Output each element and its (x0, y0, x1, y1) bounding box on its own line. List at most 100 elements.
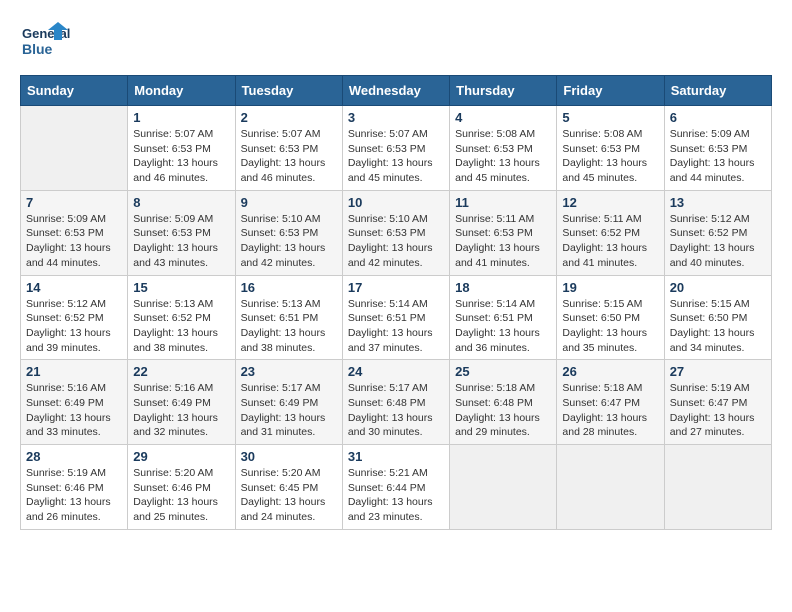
day-info: Sunrise: 5:12 AM Sunset: 6:52 PM Dayligh… (26, 297, 122, 356)
day-info: Sunrise: 5:18 AM Sunset: 6:48 PM Dayligh… (455, 381, 551, 440)
weekday-header-friday: Friday (557, 76, 664, 106)
day-number: 19 (562, 280, 658, 295)
day-number: 18 (455, 280, 551, 295)
day-info: Sunrise: 5:09 AM Sunset: 6:53 PM Dayligh… (133, 212, 229, 271)
day-number: 15 (133, 280, 229, 295)
calendar-cell: 20Sunrise: 5:15 AM Sunset: 6:50 PM Dayli… (664, 275, 771, 360)
calendar-header: SundayMondayTuesdayWednesdayThursdayFrid… (21, 76, 772, 106)
calendar-cell (664, 445, 771, 530)
calendar-cell: 27 Sunrise: 5:19 AM Sunset: 6:47 PM Dayli… (664, 360, 771, 445)
calendar-cell: 26 Sunrise: 5:18 AM Sunset: 6:47 PM Dayli… (557, 360, 664, 445)
day-info: Sunrise: 5:07 AM Sunset: 6:53 PM Dayligh… (241, 127, 337, 186)
calendar-cell: 31 Sunrise: 5:21 AM Sunset: 6:44 PM Dayli… (342, 445, 449, 530)
weekday-header-wednesday: Wednesday (342, 76, 449, 106)
day-number: 5 (562, 110, 658, 125)
day-info: Sunrise: 5:13 AM Sunset: 6:51 PM Dayligh… (241, 297, 337, 356)
day-number: 12 (562, 195, 658, 210)
calendar-cell (450, 445, 557, 530)
calendar-cell: 18 Sunrise: 5:14 AM Sunset: 6:51 PM Dayli… (450, 275, 557, 360)
calendar-cell: 19 Sunrise: 5:15 AM Sunset: 6:50 PM Dayli… (557, 275, 664, 360)
page-header: General Blue (20, 20, 772, 65)
day-info: Sunrise: 5:20 AM Sunset: 6:46 PM Dayligh… (133, 466, 229, 525)
day-info: Sunrise: 5:17 AM Sunset: 6:49 PM Dayligh… (241, 381, 337, 440)
logo: General Blue (20, 20, 70, 65)
day-info: Sunrise: 5:07 AM Sunset: 6:53 PM Dayligh… (133, 127, 229, 186)
week-row-1: 1 Sunrise: 5:07 AM Sunset: 6:53 PM Daylig… (21, 106, 772, 191)
calendar-cell (557, 445, 664, 530)
day-info: Sunrise: 5:13 AM Sunset: 6:52 PM Dayligh… (133, 297, 229, 356)
day-info: Sunrise: 5:11 AM Sunset: 6:52 PM Dayligh… (562, 212, 658, 271)
day-number: 16 (241, 280, 337, 295)
calendar-cell: 15 Sunrise: 5:13 AM Sunset: 6:52 PM Dayli… (128, 275, 235, 360)
weekday-header-monday: Monday (128, 76, 235, 106)
calendar-cell (21, 106, 128, 191)
day-number: 3 (348, 110, 444, 125)
calendar-cell: 17 Sunrise: 5:14 AM Sunset: 6:51 PM Dayli… (342, 275, 449, 360)
calendar-cell: 8 Sunrise: 5:09 AM Sunset: 6:53 PM Daylig… (128, 190, 235, 275)
week-row-3: 14 Sunrise: 5:12 AM Sunset: 6:52 PM Dayli… (21, 275, 772, 360)
calendar-cell: 24Sunrise: 5:17 AM Sunset: 6:48 PM Dayli… (342, 360, 449, 445)
day-number: 26 (562, 364, 658, 379)
calendar-cell: 21 Sunrise: 5:16 AM Sunset: 6:49 PM Dayli… (21, 360, 128, 445)
day-number: 31 (348, 449, 444, 464)
week-row-5: 28Sunrise: 5:19 AM Sunset: 6:46 PM Dayli… (21, 445, 772, 530)
calendar-cell: 11 Sunrise: 5:11 AM Sunset: 6:53 PM Dayli… (450, 190, 557, 275)
day-number: 4 (455, 110, 551, 125)
calendar-cell: 22Sunrise: 5:16 AM Sunset: 6:49 PM Dayli… (128, 360, 235, 445)
calendar-cell: 9 Sunrise: 5:10 AM Sunset: 6:53 PM Daylig… (235, 190, 342, 275)
day-number: 22 (133, 364, 229, 379)
day-number: 6 (670, 110, 766, 125)
day-number: 2 (241, 110, 337, 125)
calendar-table: SundayMondayTuesdayWednesdayThursdayFrid… (20, 75, 772, 530)
day-info: Sunrise: 5:19 AM Sunset: 6:47 PM Dayligh… (670, 381, 766, 440)
day-number: 11 (455, 195, 551, 210)
day-info: Sunrise: 5:12 AM Sunset: 6:52 PM Dayligh… (670, 212, 766, 271)
calendar-cell: 16 Sunrise: 5:13 AM Sunset: 6:51 PM Dayli… (235, 275, 342, 360)
calendar-cell: 1 Sunrise: 5:07 AM Sunset: 6:53 PM Daylig… (128, 106, 235, 191)
week-row-2: 7 Sunrise: 5:09 AM Sunset: 6:53 PM Daylig… (21, 190, 772, 275)
day-info: Sunrise: 5:21 AM Sunset: 6:44 PM Dayligh… (348, 466, 444, 525)
day-info: Sunrise: 5:14 AM Sunset: 6:51 PM Dayligh… (348, 297, 444, 356)
day-number: 30 (241, 449, 337, 464)
day-number: 10 (348, 195, 444, 210)
svg-text:Blue: Blue (22, 41, 53, 57)
day-number: 14 (26, 280, 122, 295)
calendar-cell: 12 Sunrise: 5:11 AM Sunset: 6:52 PM Dayli… (557, 190, 664, 275)
day-info: Sunrise: 5:16 AM Sunset: 6:49 PM Dayligh… (26, 381, 122, 440)
day-info: Sunrise: 5:15 AM Sunset: 6:50 PM Dayligh… (562, 297, 658, 356)
day-info: Sunrise: 5:11 AM Sunset: 6:53 PM Dayligh… (455, 212, 551, 271)
day-info: Sunrise: 5:14 AM Sunset: 6:51 PM Dayligh… (455, 297, 551, 356)
day-info: Sunrise: 5:09 AM Sunset: 6:53 PM Dayligh… (670, 127, 766, 186)
calendar-cell: 25 Sunrise: 5:18 AM Sunset: 6:48 PM Dayli… (450, 360, 557, 445)
day-number: 20 (670, 280, 766, 295)
calendar-cell: 30 Sunrise: 5:20 AM Sunset: 6:45 PM Dayli… (235, 445, 342, 530)
calendar-cell: 28Sunrise: 5:19 AM Sunset: 6:46 PM Dayli… (21, 445, 128, 530)
day-number: 23 (241, 364, 337, 379)
day-info: Sunrise: 5:18 AM Sunset: 6:47 PM Dayligh… (562, 381, 658, 440)
day-number: 17 (348, 280, 444, 295)
day-number: 21 (26, 364, 122, 379)
day-info: Sunrise: 5:10 AM Sunset: 6:53 PM Dayligh… (241, 212, 337, 271)
day-number: 1 (133, 110, 229, 125)
day-info: Sunrise: 5:09 AM Sunset: 6:53 PM Dayligh… (26, 212, 122, 271)
week-row-4: 21 Sunrise: 5:16 AM Sunset: 6:49 PM Dayli… (21, 360, 772, 445)
day-number: 25 (455, 364, 551, 379)
day-info: Sunrise: 5:08 AM Sunset: 6:53 PM Dayligh… (562, 127, 658, 186)
day-info: Sunrise: 5:17 AM Sunset: 6:48 PM Dayligh… (348, 381, 444, 440)
day-info: Sunrise: 5:08 AM Sunset: 6:53 PM Dayligh… (455, 127, 551, 186)
calendar-cell: 3Sunrise: 5:07 AM Sunset: 6:53 PM Daylig… (342, 106, 449, 191)
day-number: 9 (241, 195, 337, 210)
day-info: Sunrise: 5:20 AM Sunset: 6:45 PM Dayligh… (241, 466, 337, 525)
day-number: 7 (26, 195, 122, 210)
calendar-cell: 2 Sunrise: 5:07 AM Sunset: 6:53 PM Daylig… (235, 106, 342, 191)
calendar-cell: 10 Sunrise: 5:10 AM Sunset: 6:53 PM Dayli… (342, 190, 449, 275)
day-number: 27 (670, 364, 766, 379)
calendar-cell: 5 Sunrise: 5:08 AM Sunset: 6:53 PM Daylig… (557, 106, 664, 191)
day-info: Sunrise: 5:10 AM Sunset: 6:53 PM Dayligh… (348, 212, 444, 271)
day-number: 13 (670, 195, 766, 210)
weekday-header-saturday: Saturday (664, 76, 771, 106)
day-number: 8 (133, 195, 229, 210)
calendar-cell: 14 Sunrise: 5:12 AM Sunset: 6:52 PM Dayli… (21, 275, 128, 360)
calendar-body: 1 Sunrise: 5:07 AM Sunset: 6:53 PM Daylig… (21, 106, 772, 530)
calendar-cell: 13 Sunrise: 5:12 AM Sunset: 6:52 PM Dayli… (664, 190, 771, 275)
